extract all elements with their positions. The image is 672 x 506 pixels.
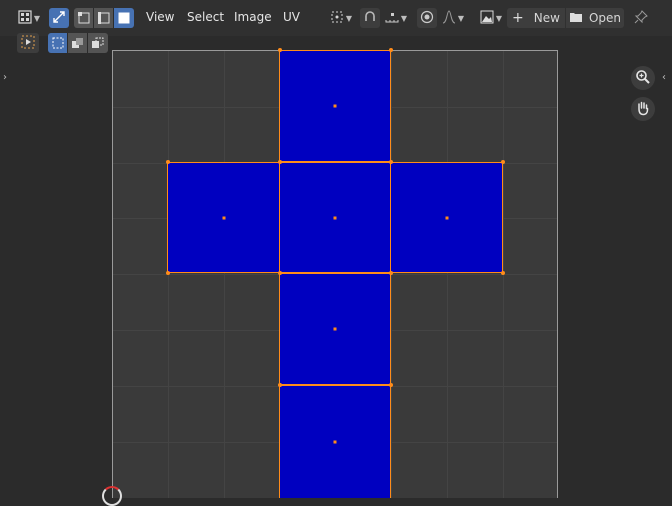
new-label: New xyxy=(533,11,560,25)
image-browse-icon xyxy=(480,10,494,27)
chevron-down-icon: ▼ xyxy=(345,13,353,23)
vertex-select-icon[interactable] xyxy=(74,8,94,28)
snap-target-dropdown[interactable]: ▼ xyxy=(381,8,411,28)
uv-2d-cursor[interactable] xyxy=(102,486,122,506)
edge-select-icon[interactable] xyxy=(94,8,114,28)
pin-icon xyxy=(634,9,648,27)
uv-vertex[interactable] xyxy=(389,48,393,52)
face-center-dot xyxy=(333,104,337,108)
falloff-curve-icon xyxy=(442,9,456,27)
uv-vertex[interactable] xyxy=(389,271,393,275)
chevron-down-icon: ▼ xyxy=(495,13,503,23)
proportional-editing-icon xyxy=(420,10,434,27)
sync-selection-icon xyxy=(52,10,66,27)
uv-face-top[interactable] xyxy=(279,50,391,162)
chevron-down-icon: ▼ xyxy=(33,13,41,23)
uv-face-back[interactable] xyxy=(279,385,391,498)
face-center-dot xyxy=(333,327,337,331)
pan-button[interactable] xyxy=(631,97,655,121)
pin-toggle[interactable] xyxy=(631,8,651,28)
folder-icon xyxy=(569,11,583,26)
face-select-icon[interactable] xyxy=(114,8,134,28)
sidebar-expand-arrow[interactable]: ‹ xyxy=(662,72,666,83)
menu-uv[interactable]: UV xyxy=(283,10,300,24)
face-center-dot xyxy=(445,216,448,219)
menu-image[interactable]: Image xyxy=(234,10,272,24)
uv-face-bottom[interactable] xyxy=(279,273,391,385)
zoom-button[interactable] xyxy=(631,66,655,90)
uv-vertex[interactable] xyxy=(278,271,282,275)
face-center-dot xyxy=(333,216,337,219)
selection-mode-group xyxy=(74,8,134,28)
pivot-dropdown[interactable]: ▼ xyxy=(326,8,356,28)
uv-vertex[interactable] xyxy=(501,160,505,164)
uv-face-right[interactable] xyxy=(390,162,503,273)
toolbar-expand-arrow[interactable]: › xyxy=(3,72,7,83)
uv-vertex[interactable] xyxy=(278,383,282,387)
zoom-icon xyxy=(635,69,651,88)
uv-vertex[interactable] xyxy=(501,271,505,275)
open-label: Open xyxy=(588,11,622,25)
editor-type-dropdown[interactable]: ▼ xyxy=(14,8,44,28)
sync-selection-toggle[interactable] xyxy=(49,8,69,28)
snap-toggle[interactable] xyxy=(360,8,380,28)
uv-face-left[interactable] xyxy=(167,162,280,273)
plus-icon: + xyxy=(512,10,524,26)
image-browse-dropdown[interactable]: ▼ xyxy=(476,8,506,28)
snap-increment-icon xyxy=(385,10,399,27)
menu-view[interactable]: View xyxy=(146,10,174,24)
uv-vertex[interactable] xyxy=(278,160,282,164)
chevron-down-icon: ▼ xyxy=(400,13,408,23)
menu-select[interactable]: Select xyxy=(187,10,224,24)
chevron-down-icon: ▼ xyxy=(457,13,465,23)
snap-icon xyxy=(363,10,377,27)
face-center-dot xyxy=(333,440,337,444)
pivot-icon xyxy=(330,10,344,27)
uv-vertex[interactable] xyxy=(389,383,393,387)
uv-editor-icon xyxy=(18,9,32,27)
uv-face-front[interactable] xyxy=(279,162,391,273)
falloff-dropdown[interactable]: ▼ xyxy=(438,8,468,28)
uv-vertex[interactable] xyxy=(389,160,393,164)
proportional-editing-toggle[interactable] xyxy=(417,8,437,28)
uv-vertex[interactable] xyxy=(166,271,170,275)
new-image-button[interactable]: + New xyxy=(507,8,565,28)
face-center-dot xyxy=(222,216,225,219)
editor-header: ▼ View Select Image UV ▼ ▼ ▼ ▼ + New Ope… xyxy=(0,0,672,36)
open-image-button[interactable]: Open xyxy=(566,8,624,28)
hand-pan-icon xyxy=(635,100,651,119)
uv-vertex[interactable] xyxy=(278,48,282,52)
uv-viewport[interactable]: › ‹ xyxy=(0,36,672,506)
uv-vertex[interactable] xyxy=(166,160,170,164)
